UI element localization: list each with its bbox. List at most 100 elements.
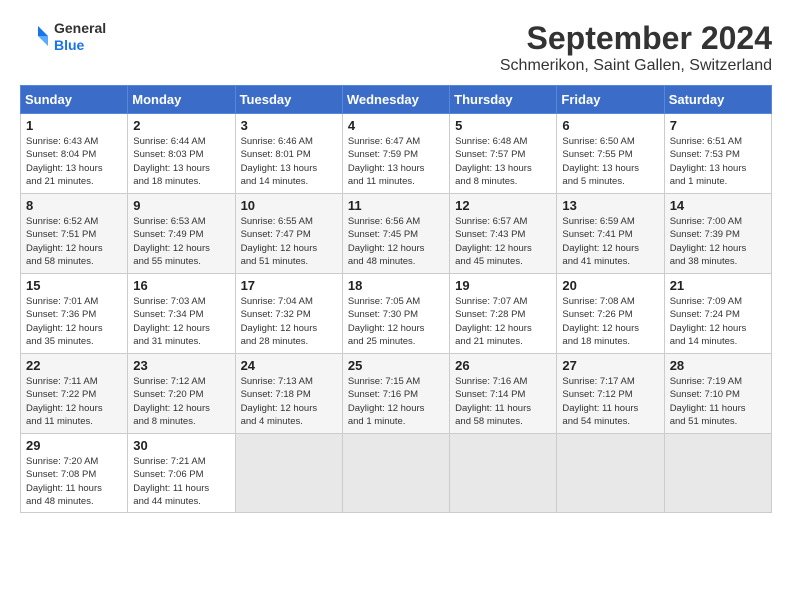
day-number: 10	[241, 198, 337, 213]
day-number: 4	[348, 118, 444, 133]
day-info: Sunrise: 7:01 AM Sunset: 7:36 PM Dayligh…	[26, 295, 122, 348]
table-row: 23Sunrise: 7:12 AM Sunset: 7:20 PM Dayli…	[128, 354, 235, 434]
table-row: 4 Sunrise: 6:47 AM Sunset: 7:59 PM Daylig…	[342, 114, 449, 194]
day-number: 26	[455, 358, 551, 373]
table-row	[342, 434, 449, 513]
day-number: 7	[670, 118, 766, 133]
col-friday: Friday	[557, 86, 664, 114]
table-row: 9 Sunrise: 6:53 AM Sunset: 7:49 PM Daylig…	[128, 194, 235, 274]
table-row	[235, 434, 342, 513]
day-number: 6	[562, 118, 658, 133]
table-row: 20 Sunrise: 7:08 AM Sunset: 7:26 PM Dayli…	[557, 274, 664, 354]
day-info: Sunrise: 7:07 AM Sunset: 7:28 PM Dayligh…	[455, 295, 551, 348]
day-info: Sunrise: 7:03 AM Sunset: 7:34 PM Dayligh…	[133, 295, 229, 348]
day-info: Sunrise: 7:08 AM Sunset: 7:26 PM Dayligh…	[562, 295, 658, 348]
day-number: 25	[348, 358, 444, 373]
day-info: Sunrise: 7:15 AM Sunset: 7:16 PM Dayligh…	[348, 375, 444, 428]
day-info: Sunrise: 7:05 AM Sunset: 7:30 PM Dayligh…	[348, 295, 444, 348]
col-wednesday: Wednesday	[342, 86, 449, 114]
table-row: 14 Sunrise: 7:00 AM Sunset: 7:39 PM Dayli…	[664, 194, 771, 274]
day-info: Sunrise: 6:59 AM Sunset: 7:41 PM Dayligh…	[562, 215, 658, 268]
day-number: 13	[562, 198, 658, 213]
logo: General Blue	[20, 20, 106, 54]
table-row: 29 Sunrise: 7:20 AM Sunset: 7:08 PM Dayli…	[21, 434, 128, 513]
table-row: 2 Sunrise: 6:44 AM Sunset: 8:03 PM Daylig…	[128, 114, 235, 194]
day-info: Sunrise: 6:53 AM Sunset: 7:49 PM Dayligh…	[133, 215, 229, 268]
day-number: 14	[670, 198, 766, 213]
table-row: 1 Sunrise: 6:43 AM Sunset: 8:04 PM Daylig…	[21, 114, 128, 194]
table-row	[557, 434, 664, 513]
day-info: Sunrise: 6:57 AM Sunset: 7:43 PM Dayligh…	[455, 215, 551, 268]
day-info: Sunrise: 6:43 AM Sunset: 8:04 PM Dayligh…	[26, 135, 122, 188]
day-number: 24	[241, 358, 337, 373]
table-row: 17Sunrise: 7:04 AM Sunset: 7:32 PM Dayli…	[235, 274, 342, 354]
day-number: 30	[133, 438, 229, 453]
calendar-header-row: Sunday Monday Tuesday Wednesday Thursday…	[21, 86, 772, 114]
day-info: Sunrise: 7:19 AM Sunset: 7:10 PM Dayligh…	[670, 375, 766, 428]
location-title: Schmerikon, Saint Gallen, Switzerland	[500, 57, 772, 75]
table-row: 28 Sunrise: 7:19 AM Sunset: 7:10 PM Dayli…	[664, 354, 771, 434]
day-number: 12	[455, 198, 551, 213]
day-info: Sunrise: 7:12 AM Sunset: 7:20 PM Dayligh…	[133, 375, 229, 428]
table-row: 19 Sunrise: 7:07 AM Sunset: 7:28 PM Dayli…	[450, 274, 557, 354]
day-number: 9	[133, 198, 229, 213]
calendar-table: Sunday Monday Tuesday Wednesday Thursday…	[20, 85, 772, 513]
table-row: 24 Sunrise: 7:13 AM Sunset: 7:18 PM Dayli…	[235, 354, 342, 434]
day-number: 11	[348, 198, 444, 213]
table-row: 18 Sunrise: 7:05 AM Sunset: 7:30 PM Dayli…	[342, 274, 449, 354]
table-row	[450, 434, 557, 513]
day-info: Sunrise: 6:48 AM Sunset: 7:57 PM Dayligh…	[455, 135, 551, 188]
day-number: 16	[133, 278, 229, 293]
day-number: 8	[26, 198, 122, 213]
col-thursday: Thursday	[450, 86, 557, 114]
col-tuesday: Tuesday	[235, 86, 342, 114]
day-info: Sunrise: 7:04 AM Sunset: 7:32 PM Dayligh…	[241, 295, 337, 348]
day-info: Sunrise: 6:52 AM Sunset: 7:51 PM Dayligh…	[26, 215, 122, 268]
table-row: 13 Sunrise: 6:59 AM Sunset: 7:41 PM Dayli…	[557, 194, 664, 274]
table-row: 16 Sunrise: 7:03 AM Sunset: 7:34 PM Dayli…	[128, 274, 235, 354]
day-info: Sunrise: 7:00 AM Sunset: 7:39 PM Dayligh…	[670, 215, 766, 268]
day-number: 3	[241, 118, 337, 133]
day-number: 28	[670, 358, 766, 373]
table-row: 21Sunrise: 7:09 AM Sunset: 7:24 PM Dayli…	[664, 274, 771, 354]
day-number: 21	[670, 278, 766, 293]
table-row: 3 Sunrise: 6:46 AM Sunset: 8:01 PM Daylig…	[235, 114, 342, 194]
table-row: 26 Sunrise: 7:16 AM Sunset: 7:14 PM Dayli…	[450, 354, 557, 434]
day-info: Sunrise: 7:16 AM Sunset: 7:14 PM Dayligh…	[455, 375, 551, 428]
day-number: 18	[348, 278, 444, 293]
day-info: Sunrise: 6:47 AM Sunset: 7:59 PM Dayligh…	[348, 135, 444, 188]
table-row: 15Sunrise: 7:01 AM Sunset: 7:36 PM Dayli…	[21, 274, 128, 354]
day-number: 20	[562, 278, 658, 293]
table-row	[664, 434, 771, 513]
col-monday: Monday	[128, 86, 235, 114]
day-info: Sunrise: 7:20 AM Sunset: 7:08 PM Dayligh…	[26, 455, 122, 508]
table-row: 27 Sunrise: 7:17 AM Sunset: 7:12 PM Dayli…	[557, 354, 664, 434]
day-info: Sunrise: 6:46 AM Sunset: 8:01 PM Dayligh…	[241, 135, 337, 188]
logo-icon	[20, 22, 50, 52]
day-number: 2	[133, 118, 229, 133]
day-number: 5	[455, 118, 551, 133]
table-row: 30 Sunrise: 7:21 AM Sunset: 7:06 PM Dayli…	[128, 434, 235, 513]
day-info: Sunrise: 7:21 AM Sunset: 7:06 PM Dayligh…	[133, 455, 229, 508]
day-info: Sunrise: 7:17 AM Sunset: 7:12 PM Dayligh…	[562, 375, 658, 428]
day-info: Sunrise: 6:44 AM Sunset: 8:03 PM Dayligh…	[133, 135, 229, 188]
day-info: Sunrise: 7:13 AM Sunset: 7:18 PM Dayligh…	[241, 375, 337, 428]
day-info: Sunrise: 6:50 AM Sunset: 7:55 PM Dayligh…	[562, 135, 658, 188]
day-number: 1	[26, 118, 122, 133]
day-info: Sunrise: 6:55 AM Sunset: 7:47 PM Dayligh…	[241, 215, 337, 268]
table-row: 22Sunrise: 7:11 AM Sunset: 7:22 PM Dayli…	[21, 354, 128, 434]
day-number: 19	[455, 278, 551, 293]
day-number: 22	[26, 358, 122, 373]
table-row: 7Sunrise: 6:51 AM Sunset: 7:53 PM Daylig…	[664, 114, 771, 194]
table-row: 25 Sunrise: 7:15 AM Sunset: 7:16 PM Dayli…	[342, 354, 449, 434]
month-title: September 2024	[500, 20, 772, 57]
table-row: 5 Sunrise: 6:48 AM Sunset: 7:57 PM Daylig…	[450, 114, 557, 194]
day-number: 27	[562, 358, 658, 373]
col-saturday: Saturday	[664, 86, 771, 114]
page-header: General Blue September 2024 Schmerikon, …	[20, 20, 772, 75]
day-info: Sunrise: 6:56 AM Sunset: 7:45 PM Dayligh…	[348, 215, 444, 268]
table-row: 8 Sunrise: 6:52 AM Sunset: 7:51 PM Daylig…	[21, 194, 128, 274]
table-row: 10 Sunrise: 6:55 AM Sunset: 7:47 PM Dayli…	[235, 194, 342, 274]
day-number: 29	[26, 438, 122, 453]
table-row: 6 Sunrise: 6:50 AM Sunset: 7:55 PM Daylig…	[557, 114, 664, 194]
